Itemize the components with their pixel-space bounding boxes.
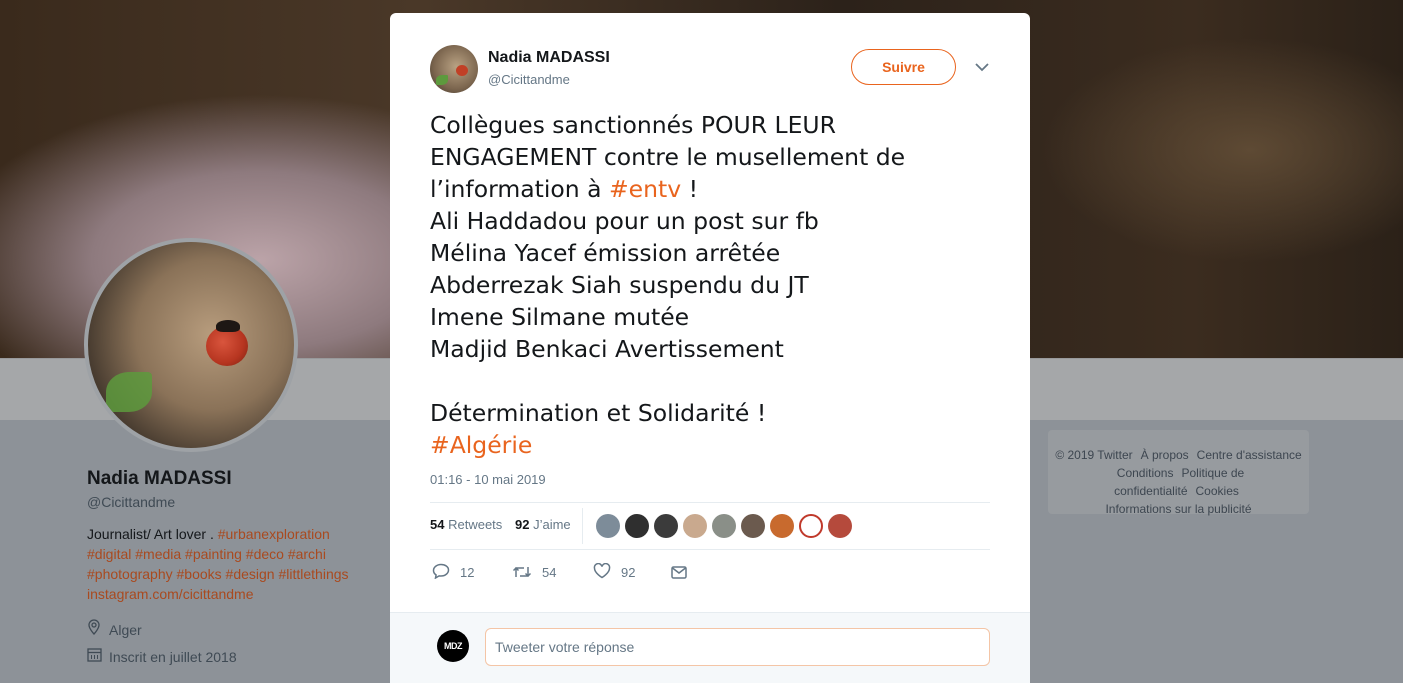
footer-help[interactable]: Centre d'assistance bbox=[1197, 448, 1302, 462]
divider bbox=[582, 508, 583, 544]
like-count: 92 bbox=[621, 565, 636, 580]
liker-avatar[interactable] bbox=[596, 514, 620, 538]
reply-action[interactable]: 12 bbox=[432, 561, 474, 585]
envelope-icon bbox=[671, 564, 687, 583]
liker-avatar[interactable] bbox=[741, 514, 765, 538]
hashtag-algerie[interactable]: #Algérie bbox=[430, 431, 532, 459]
avatar-ladybug-shape bbox=[456, 65, 468, 76]
retweet-icon bbox=[512, 564, 532, 583]
liker-avatar[interactable] bbox=[828, 514, 852, 538]
tweet-author-avatar[interactable] bbox=[430, 45, 478, 93]
liker-avatar[interactable] bbox=[683, 514, 707, 538]
tweet-stats: 54 Retweets 92 J’aime bbox=[430, 502, 990, 550]
heart-icon bbox=[593, 562, 611, 583]
likers-avatars bbox=[596, 514, 857, 538]
reply-composer: MDZ bbox=[390, 612, 1030, 683]
chevron-down-icon[interactable] bbox=[972, 57, 992, 77]
calendar-icon bbox=[87, 647, 103, 665]
current-user-avatar[interactable]: MDZ bbox=[437, 630, 469, 662]
divider bbox=[430, 549, 990, 550]
tweet-author-handle[interactable]: @Cicittandme bbox=[488, 72, 570, 87]
bio-text: Journalist/ Art lover . bbox=[87, 526, 218, 542]
footer-ads-info[interactable]: Informations sur la publicité bbox=[1105, 502, 1251, 516]
retweet-action[interactable]: 54 bbox=[512, 561, 556, 585]
tweet-timestamp[interactable]: 01:16 - 10 mai 2019 bbox=[430, 472, 546, 487]
joined-text: Inscrit en juillet 2018 bbox=[109, 649, 237, 665]
bio-hashtag-line3[interactable]: #photography #books #design #littlething… bbox=[87, 566, 349, 582]
retweet-count: 54 bbox=[542, 565, 557, 580]
profile-avatar[interactable] bbox=[84, 238, 298, 452]
tweet-text-part2: ! Ali Haddadou pour un post sur fb Mélin… bbox=[430, 175, 819, 427]
hashtag-entv[interactable]: #entv bbox=[609, 175, 681, 203]
retweets-stat[interactable]: 54 Retweets bbox=[430, 517, 502, 532]
like-action[interactable]: 92 bbox=[593, 561, 635, 585]
profile-location: Alger bbox=[87, 619, 142, 638]
footer-about[interactable]: À propos bbox=[1141, 448, 1189, 462]
footer-links: © 2019 Twitter À propos Centre d'assistanc… bbox=[1048, 430, 1309, 516]
tweet-author-name[interactable]: Nadia MADASSI bbox=[488, 49, 610, 67]
reply-count: 12 bbox=[460, 565, 475, 580]
follow-button[interactable]: Suivre bbox=[851, 49, 956, 85]
retweets-count: 54 bbox=[430, 517, 445, 532]
bio-link[interactable]: instagram.com/cicittandme bbox=[87, 586, 254, 602]
likes-count: 92 bbox=[515, 517, 530, 532]
avatar-ladybug-shape bbox=[206, 326, 248, 366]
likes-stat[interactable]: 92 J’aime bbox=[515, 517, 571, 532]
avatar-ladybug-head bbox=[216, 320, 240, 332]
location-pin-icon bbox=[87, 619, 103, 638]
liker-avatar[interactable] bbox=[654, 514, 678, 538]
likes-label: J’aime bbox=[533, 517, 571, 532]
liker-avatar[interactable] bbox=[712, 514, 736, 538]
liker-avatar[interactable] bbox=[625, 514, 649, 538]
avatar-leaf-shape bbox=[106, 372, 152, 412]
direct-message-action[interactable] bbox=[671, 561, 697, 585]
profile-name[interactable]: Nadia MADASSI bbox=[87, 468, 232, 490]
footer-terms[interactable]: Conditions bbox=[1117, 466, 1174, 480]
tweet-text: Collègues sanctionnés POUR LEUR ENGAGEME… bbox=[430, 109, 1000, 461]
tweet-modal: Nadia MADASSI @Cicittandme Suivre Collèg… bbox=[390, 13, 1030, 683]
footer-cookies[interactable]: Cookies bbox=[1196, 484, 1239, 498]
liker-avatar[interactable] bbox=[799, 514, 823, 538]
profile-handle[interactable]: @Cicittandme bbox=[87, 494, 175, 510]
avatar-leaf-shape bbox=[436, 75, 448, 85]
profile-joined: Inscrit en juillet 2018 bbox=[87, 647, 237, 665]
liker-avatar[interactable] bbox=[770, 514, 794, 538]
retweets-label: Retweets bbox=[448, 517, 503, 532]
profile-bio: Journalist/ Art lover . #urbanexploratio… bbox=[87, 524, 377, 604]
bio-hashtag-line2[interactable]: #digital #media #painting #deco #archi bbox=[87, 546, 326, 562]
reply-input[interactable] bbox=[485, 628, 990, 666]
tweet-actions: 12 54 92 bbox=[430, 561, 990, 587]
bio-hashtag-line1[interactable]: #urbanexploration bbox=[218, 526, 330, 542]
footer-copyright: © 2019 Twitter bbox=[1055, 448, 1133, 462]
reply-icon bbox=[432, 563, 450, 583]
location-text: Alger bbox=[109, 622, 142, 638]
